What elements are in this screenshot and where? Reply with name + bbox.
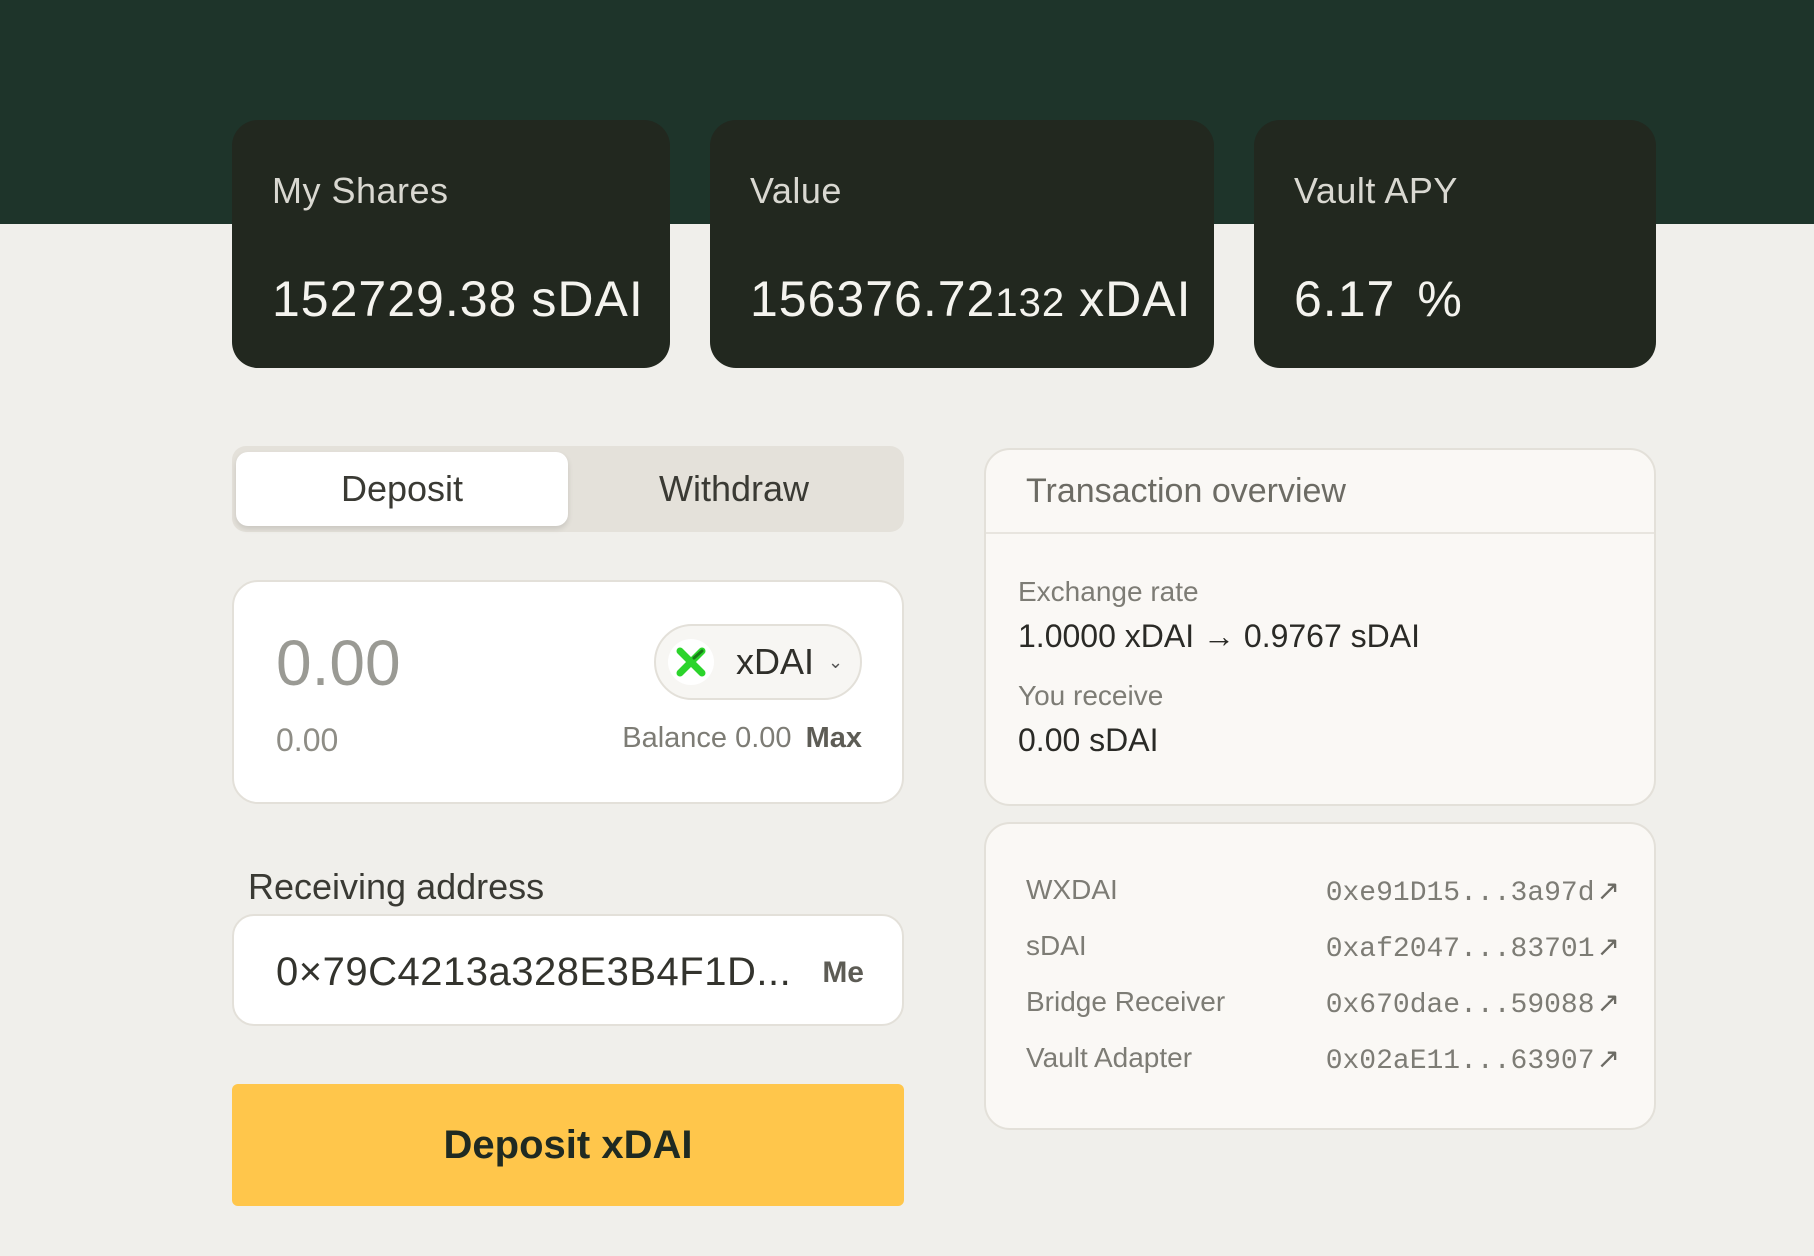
contract-address-link[interactable]: 0x670dae...59088↗: [1326, 986, 1620, 1021]
vault-apy-value: 6.17%: [1294, 270, 1463, 328]
tab-withdraw[interactable]: Withdraw: [568, 452, 900, 526]
receiving-address-value[interactable]: 0×79C4213a328E3B4F1D...: [276, 950, 791, 995]
balance-row: Balance 0.00 Max: [622, 722, 862, 755]
contract-address-link[interactable]: 0x02aE11...63907↗: [1326, 1042, 1620, 1077]
receiving-address-field[interactable]: 0×79C4213a328E3B4F1D... Me: [232, 914, 904, 1026]
exchange-rate-label: Exchange rate: [1018, 576, 1199, 607]
vault-apy-label: Vault APY: [1294, 170, 1458, 211]
external-link-icon: ↗: [1596, 930, 1620, 963]
contract-address: 0xaf2047...83701: [1325, 934, 1595, 965]
amount-card: 0.00 0.00 xDAI ⌄ Balance 0.00 Max: [232, 580, 904, 804]
xdai-logo-icon: [668, 639, 714, 685]
contract-address: 0xe91D15...3a97d: [1325, 878, 1595, 909]
contract-name: WXDAI: [1026, 874, 1118, 905]
transaction-overview-card: Transaction overview Exchange rate 1.000…: [984, 448, 1656, 806]
external-link-icon: ↗: [1596, 874, 1620, 907]
contract-name: Bridge Receiver: [1026, 986, 1226, 1017]
vault-apy-number: 6.17: [1294, 271, 1396, 327]
value-label: Value: [750, 170, 842, 211]
contract-row: Vault Adapter 0x02aE11...63907↗: [1026, 1042, 1620, 1082]
me-button[interactable]: Me: [822, 956, 864, 990]
contract-address: 0x670dae...59088: [1325, 990, 1595, 1021]
receiving-address-label: Receiving address: [248, 866, 545, 907]
vault-apy-unit: %: [1417, 271, 1463, 327]
my-shares-value: 152729.38 sDAI: [272, 270, 644, 328]
tab-deposit[interactable]: Deposit: [236, 452, 568, 526]
you-receive-value: 0.00 sDAI: [1018, 722, 1159, 758]
value-number-small: 132: [995, 281, 1066, 325]
contract-row: WXDAI 0xe91D15...3a97d↗: [1026, 874, 1620, 914]
token-selector[interactable]: xDAI ⌄: [654, 624, 862, 700]
transaction-overview-title: Transaction overview: [1026, 472, 1346, 510]
contract-address: 0x02aE11...63907: [1325, 1046, 1595, 1077]
contracts-card: WXDAI 0xe91D15...3a97d↗ sDAI 0xaf2047...…: [984, 822, 1656, 1130]
external-link-icon: ↗: [1596, 986, 1620, 1019]
contract-name: sDAI: [1026, 930, 1087, 961]
exchange-rate-value: 1.0000 xDAI → 0.9767 sDAI: [1018, 618, 1420, 654]
vault-apy-card: Vault APY 6.17%: [1254, 120, 1656, 368]
contract-name: Vault Adapter: [1026, 1042, 1193, 1073]
my-shares-label: My Shares: [272, 170, 449, 211]
value-unit: xDAI: [1079, 271, 1192, 327]
balance-text: Balance 0.00: [622, 722, 792, 754]
contract-address-link[interactable]: 0xaf2047...83701↗: [1326, 930, 1620, 965]
chevron-down-icon: ⌄: [828, 651, 844, 672]
contract-row: sDAI 0xaf2047...83701↗: [1026, 930, 1620, 970]
my-shares-unit: sDAI: [531, 271, 644, 327]
external-link-icon: ↗: [1596, 1042, 1620, 1075]
my-shares-card: My Shares 152729.38 sDAI: [232, 120, 670, 368]
token-name: xDAI: [736, 641, 815, 682]
value-number-main: 156376.72: [750, 271, 996, 327]
amount-input[interactable]: 0.00: [276, 626, 401, 700]
contract-row: Bridge Receiver 0x670dae...59088↗: [1026, 986, 1620, 1026]
value-amount: 156376.72132 xDAI: [750, 270, 1191, 328]
value-card: Value 156376.72132 xDAI: [710, 120, 1214, 368]
deposit-withdraw-tabs: Deposit Withdraw: [232, 446, 904, 532]
you-receive-label: You receive: [1018, 680, 1164, 711]
overview-divider: [986, 532, 1654, 534]
contract-address-link[interactable]: 0xe91D15...3a97d↗: [1326, 874, 1620, 909]
amount-usd-value: 0.00: [276, 722, 339, 758]
my-shares-number: 152729.38: [272, 271, 518, 327]
max-button[interactable]: Max: [806, 722, 862, 754]
deposit-button[interactable]: Deposit xDAI: [232, 1084, 904, 1206]
